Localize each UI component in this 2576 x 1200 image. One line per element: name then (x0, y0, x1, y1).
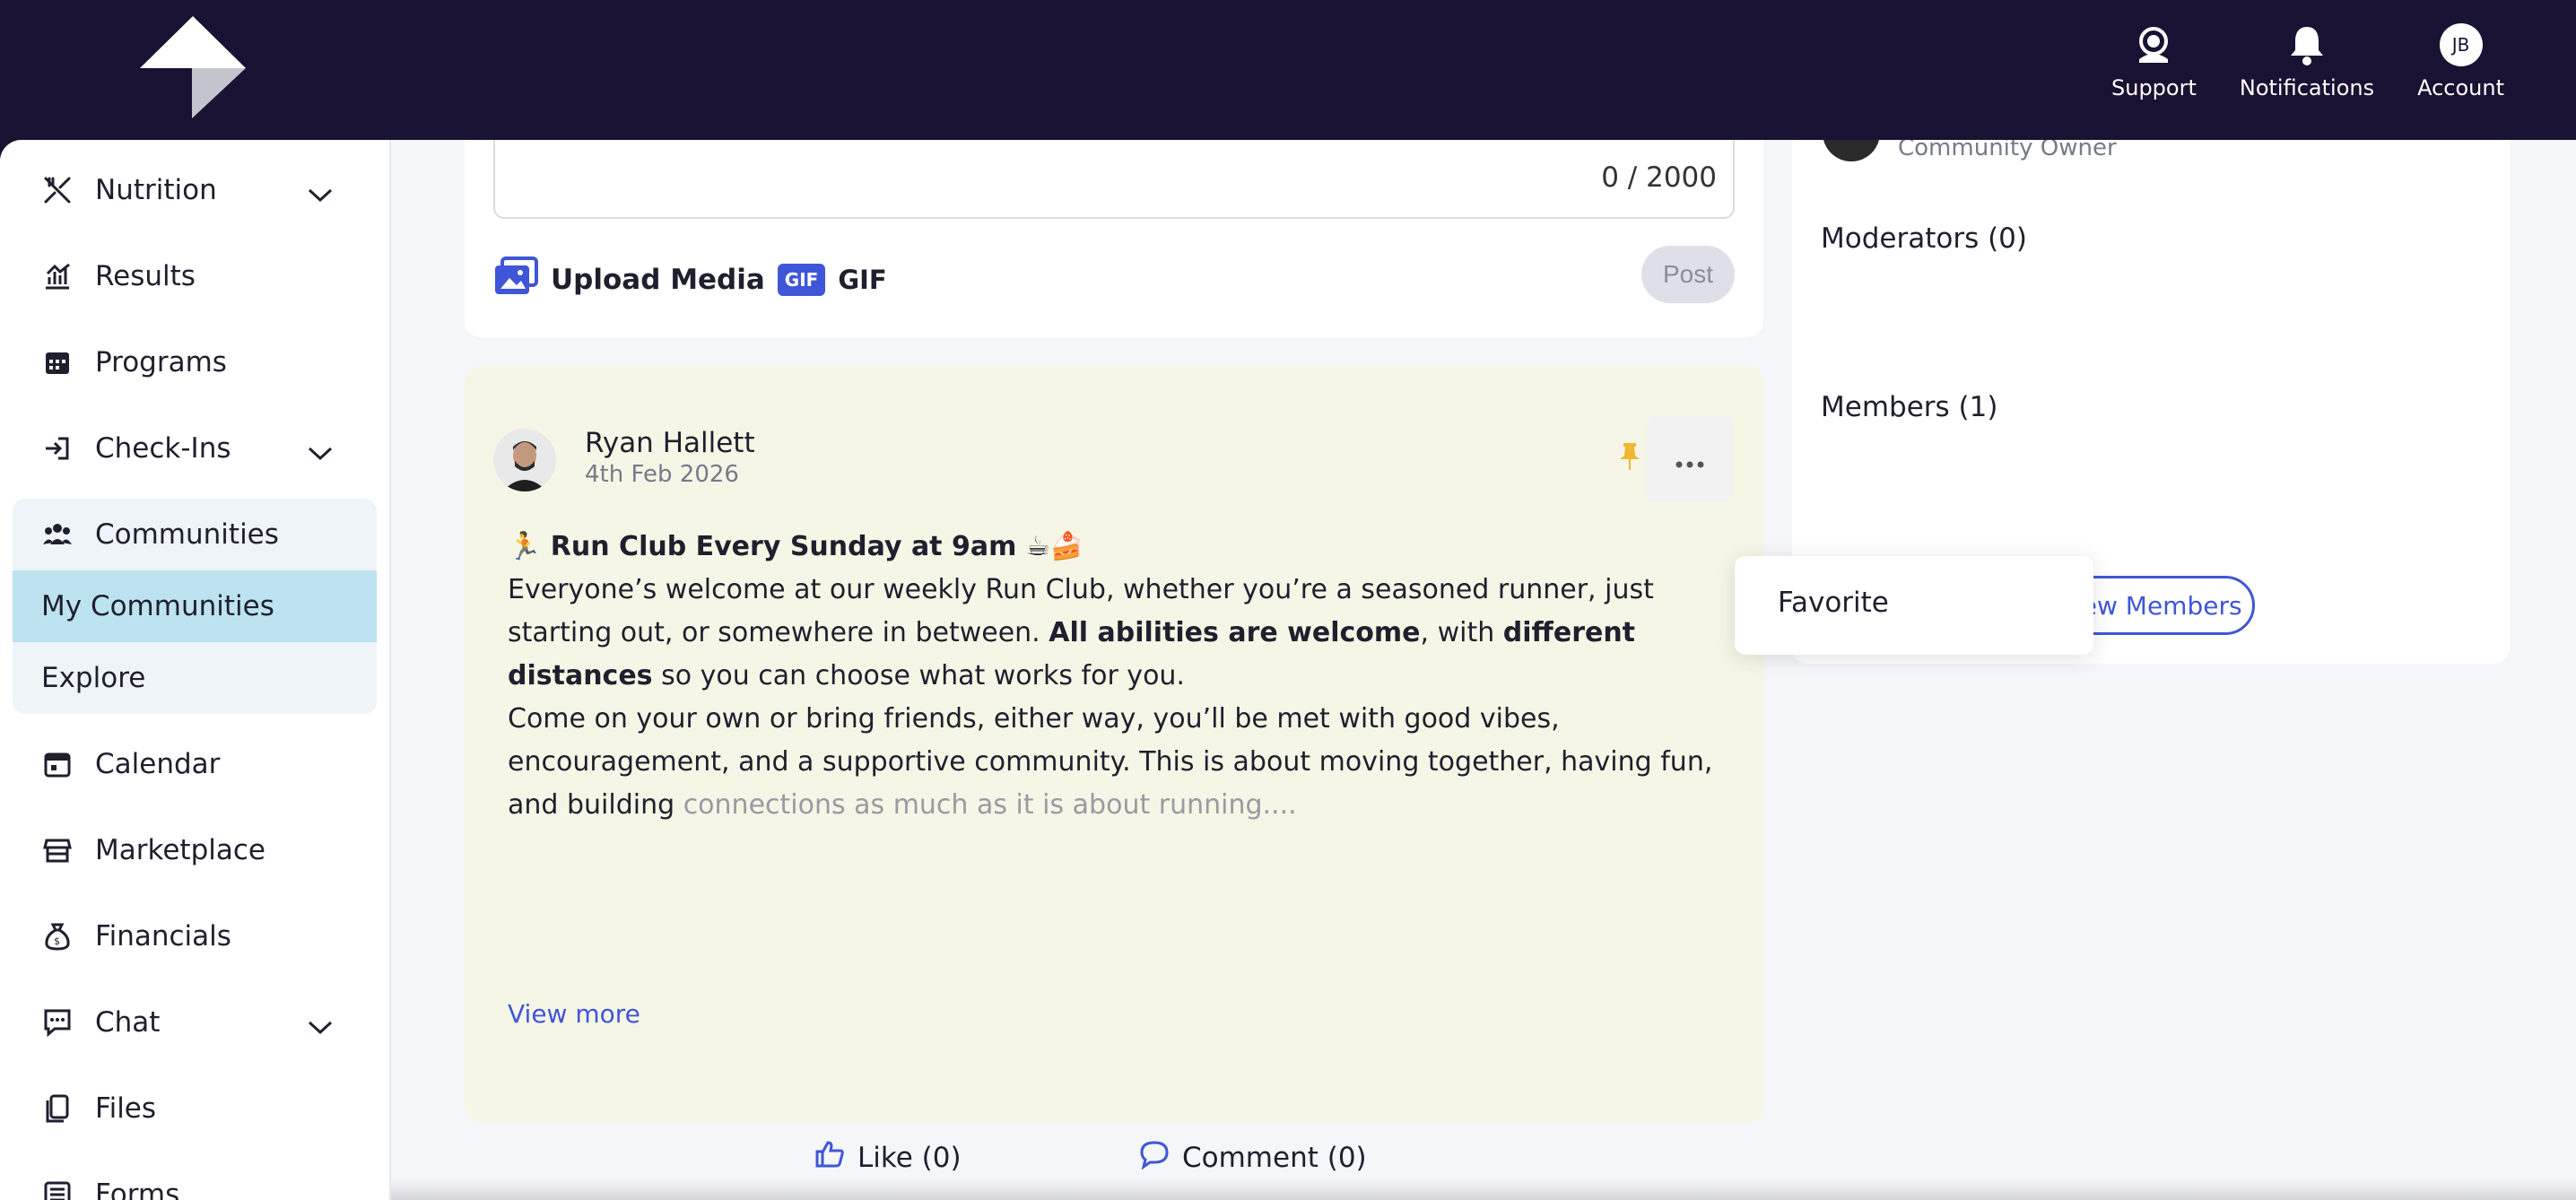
owner-role: Community Owner (1898, 140, 2117, 161)
sidebar-item-label: Calendar (95, 748, 221, 780)
author-name[interactable]: Ryan Hallett (585, 427, 755, 459)
thumbs-up-icon (814, 1139, 845, 1177)
sidebar-item-results[interactable]: Results (13, 240, 377, 312)
account-label: Account (2417, 75, 2504, 100)
ellipsis-icon (1675, 441, 1705, 477)
pin-icon[interactable] (1618, 441, 1641, 475)
sidebar-item-chat[interactable]: Chat (13, 987, 377, 1058)
comment-label: Comment (0) (1182, 1142, 1367, 1174)
sidebar-item-files[interactable]: Files (13, 1073, 377, 1144)
calendar-icon (39, 746, 75, 782)
sidebar: Nutrition Results Programs Check-Ins Com… (0, 140, 391, 1200)
chat-icon (39, 1004, 75, 1040)
sidebar-item-nutrition[interactable]: Nutrition (13, 154, 377, 226)
files-icon (39, 1091, 75, 1126)
users-icon (39, 517, 75, 552)
gif-button[interactable]: GIF (838, 265, 886, 295)
post-title: 🏃 Run Club Every Sunday at 9am ☕🍰 (508, 531, 1084, 562)
sidebar-item-label: Forms (95, 1178, 180, 1200)
like-label: Like (0) (857, 1142, 962, 1174)
account-button[interactable]: JB Account (2417, 22, 2504, 100)
notifications-label: Notifications (2239, 75, 2375, 100)
calendar-grid-icon (39, 344, 75, 380)
post-paragraph-2: Come on your own or bring friends, eithe… (508, 703, 1713, 821)
chevron-down-icon[interactable] (307, 179, 334, 212)
support-label: Support (2111, 75, 2197, 100)
chevron-down-icon[interactable] (307, 438, 334, 470)
gif-icon[interactable]: GIF (777, 264, 826, 296)
sidebar-item-financials[interactable]: $ Financials (13, 900, 377, 972)
store-icon (39, 832, 75, 868)
chart-icon (39, 258, 75, 294)
sidebar-item-label: Communities (95, 518, 279, 551)
notifications-button[interactable]: Notifications (2240, 22, 2374, 100)
utensils-icon (39, 172, 75, 208)
main-canvas: Nutrition Results Programs Check-Ins Com… (0, 140, 2576, 1200)
support-button[interactable]: Support (2111, 22, 2197, 100)
post-paragraph-1: Everyone’s welcome at our weekly Run Clu… (508, 574, 1654, 691)
sidebar-item-calendar[interactable]: Calendar (13, 728, 377, 800)
headset-icon (2130, 22, 2177, 68)
image-upload-icon[interactable] (493, 257, 538, 303)
like-button[interactable]: Like (0) (814, 1139, 962, 1177)
bottom-shadow (391, 1180, 2576, 1200)
sidebar-subitem-my-communities[interactable]: My Communities (13, 570, 377, 642)
post-composer: 0 / 2000 Upload Media GIF GIF Post (465, 140, 1763, 337)
sidebar-item-label: Marketplace (95, 834, 265, 866)
sidebar-item-label: Financials (95, 920, 231, 952)
post-date: 4th Feb 2026 (585, 461, 739, 488)
upload-media-button[interactable]: Upload Media (551, 264, 765, 296)
sidebar-item-label: Chat (95, 1006, 161, 1039)
post-body: 🏃 Run Club Every Sunday at 9am ☕🍰 Everyo… (508, 526, 1745, 827)
chevron-down-icon[interactable] (307, 1012, 334, 1044)
login-icon (39, 430, 75, 466)
sidebar-item-check-ins[interactable]: Check-Ins (13, 413, 377, 484)
owner-avatar[interactable] (1823, 140, 1880, 161)
sidebar-item-label: Nutrition (95, 174, 217, 206)
author-avatar[interactable] (493, 429, 556, 491)
top-bar: Support Notifications JB Account (0, 0, 2576, 140)
app-logo[interactable] (135, 13, 251, 124)
sidebar-item-programs[interactable]: Programs (13, 326, 377, 398)
view-more-link[interactable]: View more (508, 999, 640, 1029)
svg-text:$: $ (54, 935, 60, 947)
post-card: Ryan Hallett 4th Feb 2026 🏃 Run Club Eve… (465, 366, 1763, 1174)
sidebar-item-label: Files (95, 1092, 157, 1125)
forms-icon (39, 1177, 75, 1200)
sidebar-item-label: Results (95, 260, 196, 292)
comment-icon (1139, 1139, 1170, 1177)
sidebar-subitem-explore[interactable]: Explore (13, 642, 377, 714)
money-bag-icon: $ (39, 918, 75, 954)
post-textarea[interactable]: 0 / 2000 (493, 140, 1735, 219)
sidebar-item-communities[interactable]: Communities (13, 499, 377, 570)
comment-button[interactable]: Comment (0) (1139, 1139, 1367, 1177)
account-avatar: JB (2439, 23, 2483, 66)
menu-item-favorite[interactable]: Favorite (1778, 587, 1889, 619)
sidebar-item-label: Check-Ins (95, 432, 231, 465)
sidebar-item-forms[interactable]: Forms (13, 1159, 377, 1200)
sidebar-item-label: Programs (95, 346, 227, 378)
char-counter: 0 / 2000 (1601, 161, 1717, 194)
moderators-title: Moderators (0) (1821, 222, 2027, 255)
post-options-menu: Favorite (1735, 556, 2093, 655)
more-options-button[interactable] (1647, 416, 1733, 502)
bell-icon (2284, 22, 2330, 68)
sidebar-item-marketplace[interactable]: Marketplace (13, 814, 377, 886)
members-title: Members (1) (1821, 391, 1998, 423)
post-button[interactable]: Post (1641, 246, 1735, 303)
